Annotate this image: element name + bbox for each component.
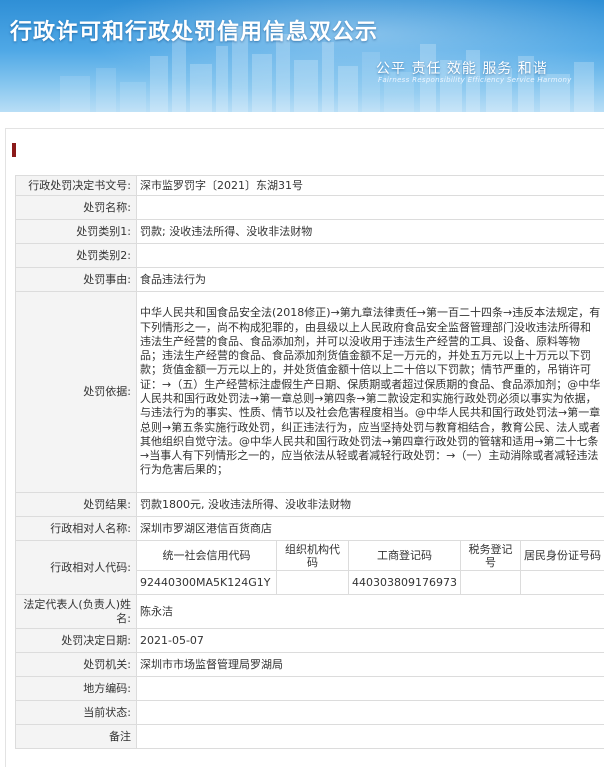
credit-code-header: 统一社会信用代码: [136, 540, 277, 571]
case-name-label: 处罚名称:: [15, 195, 137, 220]
reason-label: 处罚事由:: [15, 267, 137, 292]
category2-value: [136, 243, 604, 268]
tax-reg-value: [460, 570, 521, 595]
credit-code-value: 92440300MA5K124G1Y: [136, 570, 277, 595]
id-card-header: 居民身份证号码: [520, 540, 604, 571]
authority-value: 深圳市市场监督管理局罗湖局: [136, 652, 604, 677]
row-case-name: 处罚名称:: [15, 195, 604, 220]
header-banner: 行政许可和行政处罚信用信息双公示 公平 责任 效能 服务 和谐 Fairness…: [0, 0, 604, 112]
org-code-value: [276, 570, 349, 595]
region-code-value: [136, 676, 604, 701]
remarks-value: [136, 724, 604, 749]
region-code-label: 地方编码:: [15, 676, 137, 701]
party-codes-label: 行政相对人代码:: [15, 540, 137, 595]
row-reason: 处罚事由: 食品违法行为: [15, 267, 604, 292]
row-legal-rep: 法定代表人(负责人)姓名: 陈永洁: [15, 594, 604, 629]
site-title: 行政许可和行政处罚信用信息双公示: [10, 20, 379, 45]
basis-label: 处罚依据:: [15, 291, 137, 493]
category1-label: 处罚类别1:: [15, 219, 137, 244]
slogan: 公平 责任 效能 服务 和谐: [376, 61, 548, 77]
section-marker: [12, 143, 16, 157]
legal-rep-label: 法定代表人(负责人)姓名:: [15, 594, 137, 629]
authority-label: 处罚机关:: [15, 652, 137, 677]
business-reg-header: 工商登记码: [348, 540, 461, 571]
remarks-label: 备注: [15, 724, 137, 749]
party-name-label: 行政相对人名称:: [15, 516, 137, 541]
row-party-name: 行政相对人名称: 深圳市罗湖区港信百货商店: [15, 516, 604, 541]
row-basis: 处罚依据: 中华人民共和国食品安全法(2018修正)→第九章法律责任→第一百二十…: [15, 291, 604, 493]
category2-label: 处罚类别2:: [15, 243, 137, 268]
row-category2: 处罚类别2:: [15, 243, 604, 268]
penalty-info-table: 行政处罚决定书文号: 深市监罗罚字〔2021〕东湖31号 处罚名称: 处罚类别1…: [15, 175, 604, 749]
status-label: 当前状态:: [15, 700, 137, 725]
decision-date-value: 2021-05-07: [136, 628, 604, 653]
decision-date-label: 处罚决定日期:: [15, 628, 137, 653]
org-code-header: 组织机构代码: [276, 540, 349, 571]
id-card-value: [520, 570, 604, 595]
row-remarks: 备注: [15, 724, 604, 749]
result-label: 处罚结果:: [15, 492, 137, 517]
case-name-value: [136, 195, 604, 220]
decision-no-value: 深市监罗罚字〔2021〕东湖31号: [136, 175, 604, 196]
business-reg-value: 440303809176973: [348, 570, 461, 595]
reason-value: 食品违法行为: [136, 267, 604, 292]
row-decision-date: 处罚决定日期: 2021-05-07: [15, 628, 604, 653]
category1-value: 罚款; 没收违法所得、没收非法财物: [136, 219, 604, 244]
row-region-code: 地方编码:: [15, 676, 604, 701]
party-name-value: 深圳市罗湖区港信百货商店: [136, 516, 604, 541]
row-party-codes-header: 行政相对人代码: 统一社会信用代码 组织机构代码 工商登记码 税务登记号 居民身…: [15, 540, 604, 595]
row-category1: 处罚类别1: 罚款; 没收违法所得、没收非法财物: [15, 219, 604, 244]
row-authority: 处罚机关: 深圳市市场监督管理局罗湖局: [15, 652, 604, 677]
legal-rep-value: 陈永洁: [136, 594, 604, 629]
slogan-english: Fairness Responsibility Efficiency Servi…: [378, 76, 572, 84]
status-value: [136, 700, 604, 725]
tax-reg-header: 税务登记号: [460, 540, 521, 571]
decision-no-label: 行政处罚决定书文号:: [15, 175, 137, 196]
result-value: 罚款1800元, 没收违法所得、没收非法财物: [136, 492, 604, 517]
basis-value: 中华人民共和国食品安全法(2018修正)→第九章法律责任→第一百二十四条→违反本…: [136, 291, 604, 493]
row-result: 处罚结果: 罚款1800元, 没收违法所得、没收非法财物: [15, 492, 604, 517]
row-decision-no: 行政处罚决定书文号: 深市监罗罚字〔2021〕东湖31号: [15, 175, 604, 196]
row-status: 当前状态:: [15, 700, 604, 725]
